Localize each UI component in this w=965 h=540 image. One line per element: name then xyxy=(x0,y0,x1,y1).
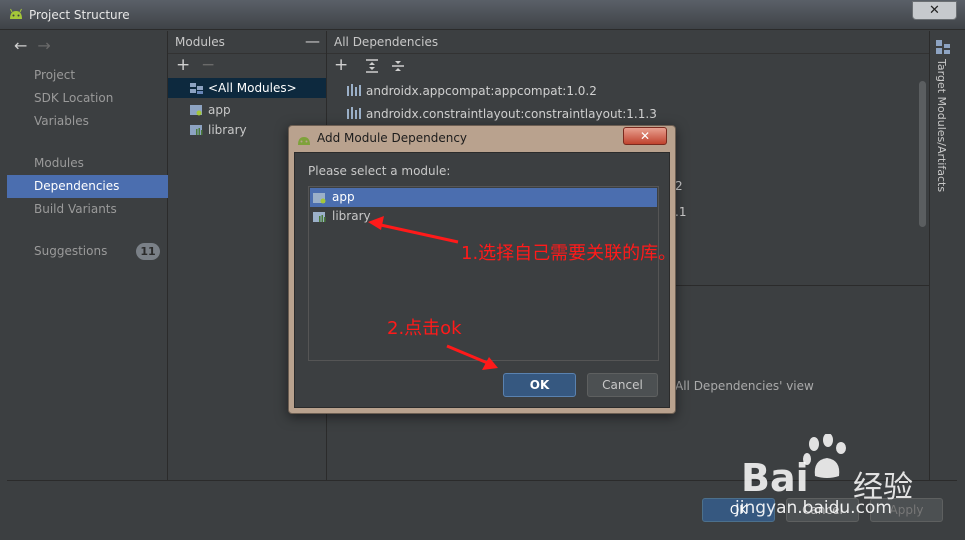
annotation-step1: 1.选择自己需要关联的库。 xyxy=(461,243,677,264)
annotation-arrow-2 xyxy=(446,344,491,366)
watermark-brand: Bai xyxy=(741,456,809,500)
watermark-url: jingyan.baidu.com xyxy=(735,498,892,518)
annotation-step2: 2.点击ok xyxy=(387,318,462,339)
arrowhead-2 xyxy=(482,357,498,370)
arrowhead-1 xyxy=(368,216,384,230)
baidu-watermark: Bai 经验 jingyan.baidu.com xyxy=(735,434,951,526)
annotation-arrow-1 xyxy=(375,222,459,244)
